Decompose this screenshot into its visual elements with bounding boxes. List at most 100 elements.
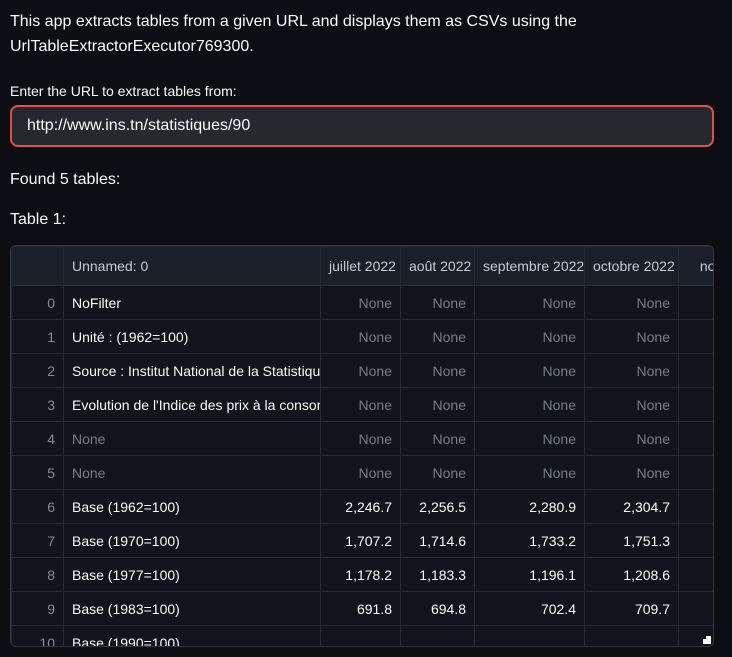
row-label-cell[interactable]: None bbox=[64, 422, 321, 456]
value-cell[interactable]: None bbox=[321, 422, 401, 456]
app-description: This app extracts tables from a given UR… bbox=[10, 9, 714, 59]
value-cell[interactable] bbox=[585, 626, 679, 648]
table-row: 10Base (1990=100) bbox=[12, 626, 715, 648]
row-index-cell[interactable]: 4 bbox=[12, 422, 64, 456]
table-row: 6Base (1962=100)2,246.72,256.52,280.92,3… bbox=[12, 490, 715, 524]
value-cell[interactable]: 2,304.7 bbox=[585, 490, 679, 524]
value-cell[interactable]: 1,208.6 bbox=[585, 558, 679, 592]
value-cell[interactable]: None bbox=[401, 456, 475, 490]
value-cell[interactable]: None bbox=[321, 320, 401, 354]
value-cell[interactable] bbox=[679, 320, 715, 354]
row-label-cell[interactable]: Evolution de l'Indice des prix à la cons… bbox=[64, 388, 321, 422]
value-cell[interactable]: None bbox=[475, 388, 585, 422]
column-header[interactable]: août 2022 bbox=[401, 247, 475, 286]
value-cell[interactable]: 2,256.5 bbox=[401, 490, 475, 524]
value-cell[interactable]: None bbox=[321, 354, 401, 388]
row-label-cell[interactable]: Base (1962=100) bbox=[64, 490, 321, 524]
table-row: 7Base (1970=100)1,707.21,714.61,733.21,7… bbox=[12, 524, 715, 558]
value-cell[interactable]: None bbox=[321, 456, 401, 490]
value-cell[interactable] bbox=[321, 626, 401, 648]
value-cell[interactable]: None bbox=[585, 388, 679, 422]
column-header[interactable]: juillet 2022 bbox=[321, 247, 401, 286]
value-cell[interactable]: None bbox=[321, 388, 401, 422]
value-cell[interactable]: None bbox=[475, 422, 585, 456]
value-cell[interactable]: 1,707.2 bbox=[321, 524, 401, 558]
row-index-cell[interactable]: 0 bbox=[12, 286, 64, 320]
url-input-label: Enter the URL to extract tables from: bbox=[10, 81, 714, 101]
value-cell[interactable] bbox=[401, 626, 475, 648]
value-cell[interactable] bbox=[679, 490, 715, 524]
value-cell[interactable]: None bbox=[585, 456, 679, 490]
url-input[interactable] bbox=[10, 105, 714, 147]
value-cell[interactable] bbox=[679, 354, 715, 388]
value-cell[interactable]: 702.4 bbox=[475, 592, 585, 626]
row-label-cell[interactable]: Unité : (1962=100) bbox=[64, 320, 321, 354]
row-index-cell[interactable]: 7 bbox=[12, 524, 64, 558]
value-cell[interactable] bbox=[475, 626, 585, 648]
row-label-cell[interactable]: Base (1970=100) bbox=[64, 524, 321, 558]
row-index-cell[interactable]: 6 bbox=[12, 490, 64, 524]
value-cell[interactable]: None bbox=[475, 286, 585, 320]
value-cell[interactable]: 1,733.2 bbox=[475, 524, 585, 558]
value-cell[interactable]: 709.7 bbox=[585, 592, 679, 626]
table-row: 9Base (1983=100)691.8694.8702.4709.7 bbox=[12, 592, 715, 626]
value-cell[interactable]: None bbox=[585, 320, 679, 354]
row-label-cell[interactable]: None bbox=[64, 456, 321, 490]
table-title: Table 1: bbox=[10, 210, 714, 230]
value-cell[interactable]: None bbox=[401, 286, 475, 320]
value-cell[interactable]: 2,280.9 bbox=[475, 490, 585, 524]
value-cell[interactable]: 2,246.7 bbox=[321, 490, 401, 524]
dataframe-container: Unnamed: 0juillet 2022août 2022septembre… bbox=[10, 245, 714, 647]
column-header[interactable]: Unnamed: 0 bbox=[64, 247, 321, 286]
row-label-cell[interactable]: Base (1983=100) bbox=[64, 592, 321, 626]
table-body: 0NoFilterNoneNoneNoneNone1Unité : (1962=… bbox=[12, 286, 715, 648]
value-cell[interactable] bbox=[679, 388, 715, 422]
value-cell[interactable]: 1,183.3 bbox=[401, 558, 475, 592]
row-label-cell[interactable]: NoFilter bbox=[64, 286, 321, 320]
value-cell[interactable]: None bbox=[475, 354, 585, 388]
value-cell[interactable]: None bbox=[401, 388, 475, 422]
value-cell[interactable]: None bbox=[401, 320, 475, 354]
value-cell[interactable] bbox=[679, 558, 715, 592]
table-row: 5NoneNoneNoneNoneNone bbox=[12, 456, 715, 490]
row-index-cell[interactable]: 10 bbox=[12, 626, 64, 648]
found-tables-text: Found 5 tables: bbox=[10, 170, 714, 190]
value-cell[interactable]: None bbox=[475, 320, 585, 354]
column-header[interactable]: septembre 2022 bbox=[475, 247, 585, 286]
row-index-cell[interactable]: 8 bbox=[12, 558, 64, 592]
value-cell[interactable]: None bbox=[585, 422, 679, 456]
index-column-header[interactable] bbox=[12, 247, 64, 286]
table-row: 2Source : Institut National de la Statis… bbox=[12, 354, 715, 388]
value-cell[interactable]: None bbox=[321, 286, 401, 320]
value-cell[interactable] bbox=[679, 592, 715, 626]
value-cell[interactable]: None bbox=[475, 456, 585, 490]
value-cell[interactable] bbox=[679, 456, 715, 490]
value-cell[interactable]: None bbox=[585, 286, 679, 320]
table-row: 0NoFilterNoneNoneNoneNone bbox=[12, 286, 715, 320]
value-cell[interactable]: 1,751.3 bbox=[585, 524, 679, 558]
value-cell[interactable]: 1,178.2 bbox=[321, 558, 401, 592]
value-cell[interactable]: 1,714.6 bbox=[401, 524, 475, 558]
value-cell[interactable]: 1,196.1 bbox=[475, 558, 585, 592]
value-cell[interactable] bbox=[679, 422, 715, 456]
column-header[interactable]: octobre 2022 bbox=[585, 247, 679, 286]
app-page: This app extracts tables from a given UR… bbox=[0, 0, 714, 647]
value-cell[interactable]: 694.8 bbox=[401, 592, 475, 626]
row-index-cell[interactable]: 5 bbox=[12, 456, 64, 490]
row-index-cell[interactable]: 3 bbox=[12, 388, 64, 422]
value-cell[interactable]: 691.8 bbox=[321, 592, 401, 626]
row-index-cell[interactable]: 2 bbox=[12, 354, 64, 388]
value-cell[interactable] bbox=[679, 286, 715, 320]
data-table: Unnamed: 0juillet 2022août 2022septembre… bbox=[11, 246, 714, 647]
value-cell[interactable] bbox=[679, 524, 715, 558]
row-index-cell[interactable]: 1 bbox=[12, 320, 64, 354]
table-row: 1Unité : (1962=100)NoneNoneNoneNone bbox=[12, 320, 715, 354]
row-label-cell[interactable]: Base (1990=100) bbox=[64, 626, 321, 648]
row-label-cell[interactable]: Source : Institut National de la Statist… bbox=[64, 354, 321, 388]
value-cell[interactable]: None bbox=[585, 354, 679, 388]
column-header[interactable]: novembre 2022 bbox=[679, 247, 715, 286]
row-index-cell[interactable]: 9 bbox=[12, 592, 64, 626]
row-label-cell[interactable]: Base (1977=100) bbox=[64, 558, 321, 592]
value-cell[interactable]: None bbox=[401, 422, 475, 456]
value-cell[interactable]: None bbox=[401, 354, 475, 388]
